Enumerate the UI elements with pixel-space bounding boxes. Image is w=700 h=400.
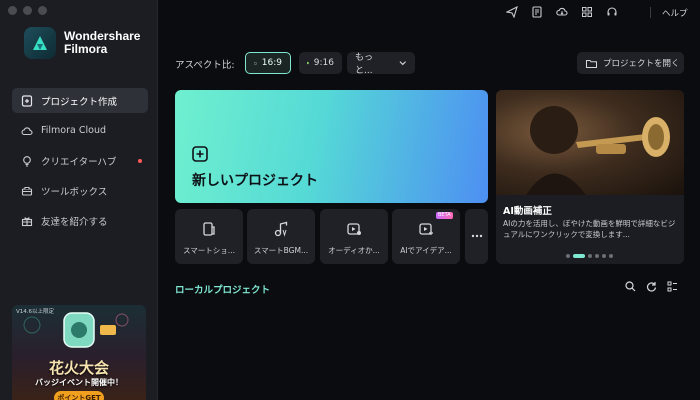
- promo-title: 花火大会: [48, 359, 109, 377]
- smart-short-icon: [203, 222, 215, 236]
- feature-carousel[interactable]: AI動画補正 AIの力を活用し、ぼやけた動画を鮮明で詳細なビジュアルにワンクリッ…: [496, 90, 684, 264]
- beta-badge: BETA: [436, 212, 453, 219]
- bulb-icon: [23, 155, 31, 167]
- tool-label: スマートショ...: [183, 246, 235, 255]
- sidebar-item-label: 友達を紹介する: [41, 216, 108, 228]
- sidebar-item-label: Filmora Cloud: [41, 125, 107, 136]
- notification-dot: [138, 158, 142, 163]
- send-icon[interactable]: [506, 6, 518, 18]
- more-tools-button[interactable]: [465, 209, 488, 264]
- promo-subtitle: バッジイベント開催中！: [35, 378, 123, 387]
- aspect-ratio-label: アスペクト比:: [175, 60, 235, 71]
- promo-button[interactable]: ポイントGET: [54, 391, 104, 400]
- app-brand: Wondershare Filmora: [24, 27, 140, 59]
- carousel-dot-active[interactable]: [573, 254, 585, 258]
- toolbox-icon: [21, 186, 33, 196]
- tool-ai-idea[interactable]: BETA AIでアイデア...: [392, 209, 460, 264]
- help-button[interactable]: ヘルプ: [662, 7, 688, 19]
- sidebar-item-create-project[interactable]: プロジェクト作成: [12, 88, 148, 113]
- app-name-line2: Filmora: [64, 42, 108, 56]
- grid-icon[interactable]: [581, 6, 593, 18]
- trumpet-player-illustration: [526, 106, 670, 195]
- sidebar-item-filmora-cloud[interactable]: Filmora Cloud: [12, 118, 148, 143]
- ai-idea-icon: [419, 223, 433, 235]
- feature-description: AIの力を活用し、ぼやけた動画を鮮明で詳細なビジュアルにワンクリックで変換します…: [503, 219, 676, 239]
- list-view-icon[interactable]: [667, 281, 678, 292]
- tool-label: スマートBGM...: [253, 246, 309, 255]
- carousel-dot[interactable]: [588, 254, 592, 258]
- sidebar-item-label: クリエイターハブ: [41, 156, 117, 168]
- new-project-label: 新しいプロジェクト: [192, 173, 318, 189]
- more-horizontal-icon: [471, 234, 482, 238]
- refresh-icon[interactable]: [646, 281, 657, 292]
- portrait-icon: [307, 61, 309, 65]
- app-name: Wondershare Filmora: [64, 30, 140, 56]
- smart-bgm-icon: [274, 221, 288, 237]
- aspect-16-9-button[interactable]: 16:9: [245, 52, 291, 74]
- aspect-option-label: もっと...: [355, 53, 374, 76]
- carousel-dot[interactable]: [609, 254, 613, 258]
- tool-audio-to-video[interactable]: オーディオか...: [320, 209, 388, 264]
- gift-icon: [21, 216, 33, 226]
- filmora-logo-icon: [24, 27, 56, 59]
- new-project-icon: [21, 94, 33, 107]
- audio-to-video-icon: [347, 223, 361, 235]
- cloud-icon: [21, 126, 33, 135]
- top-toolbar: [506, 6, 618, 18]
- cloud-download-icon[interactable]: [556, 6, 568, 18]
- plus-square-icon: [192, 146, 208, 162]
- tool-smart-short[interactable]: スマートショ...: [175, 209, 243, 264]
- aspect-more-dropdown[interactable]: もっと...: [347, 52, 415, 76]
- sidebar-item-refer-friend[interactable]: 友達を紹介する: [12, 208, 148, 233]
- fireworks-badge-icon: [23, 312, 129, 348]
- carousel-dot[interactable]: [595, 254, 599, 258]
- close-window-button[interactable]: [8, 6, 17, 15]
- sidebar-item-label: プロジェクト作成: [41, 96, 118, 108]
- document-icon[interactable]: [531, 6, 543, 18]
- aspect-9-16-button[interactable]: 9:16: [299, 52, 342, 74]
- sidebar-nav: プロジェクト作成 Filmora Cloud クリエイターハブ ツールボックス …: [12, 88, 148, 238]
- carousel-dot[interactable]: [566, 254, 570, 258]
- open-project-label: プロジェクトを開く: [603, 59, 680, 69]
- maximize-window-button[interactable]: [38, 6, 47, 15]
- feature-image: [496, 90, 684, 195]
- aspect-option-label: 9:16: [313, 58, 334, 68]
- aspect-option-label: 16:9: [261, 58, 282, 68]
- window-controls: [8, 6, 47, 15]
- chevron-down-icon: [400, 61, 407, 66]
- feature-title: AI動画補正: [503, 206, 552, 217]
- headset-icon[interactable]: [606, 6, 618, 18]
- search-icon[interactable]: [625, 281, 636, 292]
- tool-label: AIでアイデア...: [400, 246, 452, 255]
- toolbar-divider: [650, 7, 651, 18]
- local-projects-title: ローカルプロジェクト: [175, 285, 271, 296]
- tool-label: オーディオか...: [328, 246, 380, 255]
- sidebar-item-toolbox[interactable]: ツールボックス: [12, 178, 148, 203]
- new-project-card[interactable]: 新しいプロジェクト: [175, 90, 488, 203]
- sidebar-item-label: ツールボックス: [41, 186, 108, 198]
- tool-smart-bgm[interactable]: スマートBGM...: [247, 209, 315, 264]
- sidebar-item-creator-hub[interactable]: クリエイターハブ: [12, 148, 148, 173]
- sidebar: Wondershare Filmora プロジェクト作成 Filmora Clo…: [0, 0, 158, 400]
- carousel-indicator: [566, 254, 613, 258]
- open-project-button[interactable]: プロジェクトを開く: [577, 52, 684, 74]
- minimize-window-button[interactable]: [23, 6, 32, 15]
- folder-icon: [586, 59, 597, 68]
- local-projects-toolbar: [625, 281, 678, 292]
- carousel-dot[interactable]: [602, 254, 606, 258]
- landscape-icon: [254, 62, 257, 64]
- promo-banner[interactable]: V14.6以上限定 花火大会 バッジイベント開催中！ ポイントGET: [12, 305, 146, 400]
